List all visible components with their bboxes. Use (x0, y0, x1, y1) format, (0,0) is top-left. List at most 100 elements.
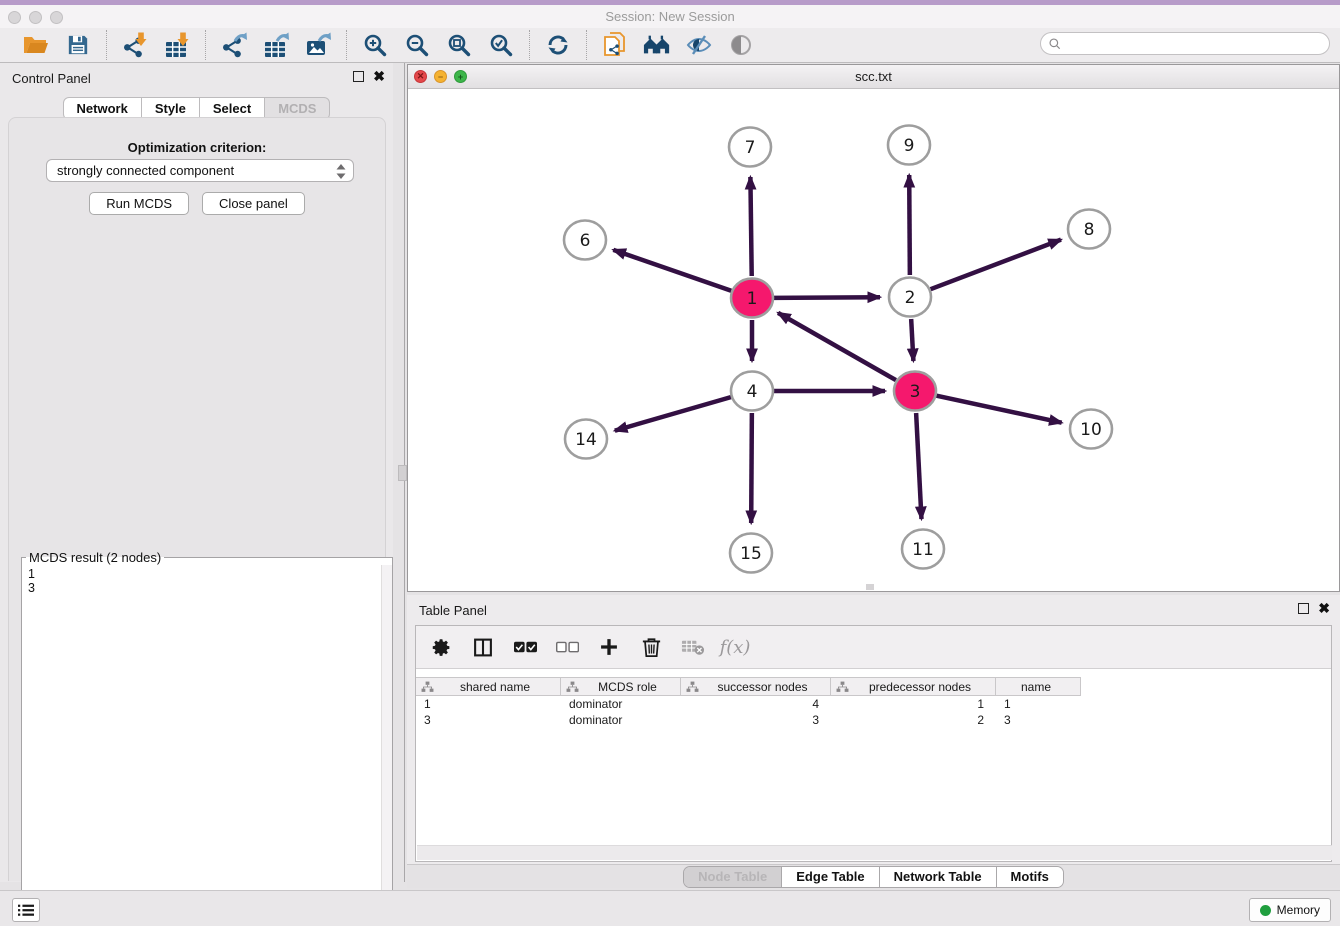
export-image-button[interactable] (304, 31, 332, 59)
dropdown-stepper-icon (335, 163, 347, 180)
close-panel-icon[interactable]: ✖ (373, 71, 385, 82)
delete-row-button[interactable] (638, 634, 664, 660)
node-label-2: 2 (905, 288, 916, 308)
graph-node-15[interactable]: 15 (730, 534, 772, 573)
node-label-3: 3 (910, 382, 921, 402)
column-header-shared-name[interactable]: shared name (416, 678, 561, 695)
splitter-grip[interactable] (398, 465, 407, 481)
tab-node-table[interactable]: Node Table (684, 867, 781, 887)
split-columns-button[interactable] (470, 634, 496, 660)
panel-splitter[interactable] (393, 63, 407, 882)
network-splitter-grip[interactable] (866, 584, 874, 590)
edge-1-6[interactable] (613, 250, 731, 291)
search-input[interactable] (1062, 37, 1329, 51)
column-header-successor-nodes[interactable]: successor nodes (681, 678, 831, 695)
node-table-container: f(x) shared nameMCDS rolesuccessor nodes… (415, 625, 1332, 862)
deselect-all-checkboxes-icon (556, 640, 579, 654)
settings-gear-icon (431, 637, 452, 658)
edge-1-7[interactable] (750, 177, 751, 276)
show-hide-eye-button[interactable] (685, 31, 713, 59)
open-folder-icon (23, 33, 49, 57)
network-from-file-icon (603, 32, 628, 59)
column-header-name[interactable]: name (996, 678, 1081, 695)
network-graph-canvas[interactable]: 7 9 6 8 1 2 4 3 14 10 15 11 (408, 89, 1339, 591)
edge-2-8[interactable] (931, 240, 1061, 290)
import-network-button[interactable] (121, 31, 149, 59)
memory-button[interactable]: Memory (1249, 898, 1331, 922)
criterion-dropdown[interactable]: strongly connected component (46, 159, 354, 182)
refresh-layout-button[interactable] (544, 31, 572, 59)
edge-4-14[interactable] (615, 397, 731, 431)
zoom-in-button[interactable] (361, 31, 389, 59)
graph-node-10[interactable]: 10 (1070, 410, 1112, 449)
task-history-button[interactable] (12, 898, 40, 922)
function-builder-icon: f(x) (720, 637, 751, 658)
edge-3-11[interactable] (916, 413, 921, 519)
delete-table-button (680, 634, 706, 660)
tab-edge-table[interactable]: Edge Table (781, 867, 878, 887)
edge-2-9[interactable] (909, 175, 910, 275)
table-row[interactable]: 3dominator323 (416, 713, 1331, 729)
column-hierarchy-icon (421, 681, 434, 693)
graph-node-1[interactable]: 1 (731, 279, 773, 318)
add-row-button[interactable] (596, 634, 622, 660)
run-mcds-button[interactable]: Run MCDS (89, 192, 189, 215)
import-table-button[interactable] (163, 31, 191, 59)
tab-network-table[interactable]: Network Table (879, 867, 996, 887)
column-header-predecessor-nodes[interactable]: predecessor nodes (831, 678, 996, 695)
edge-4-15[interactable] (751, 413, 752, 523)
export-network-button[interactable] (220, 31, 248, 59)
import-table-icon (164, 32, 191, 59)
graph-node-8[interactable]: 8 (1068, 210, 1110, 249)
control-panel: Control Panel ✖ NetworkStyleSelectMCDS O… (0, 63, 393, 882)
search-icon (1048, 37, 1062, 51)
save-session-button[interactable] (64, 31, 92, 59)
mcds-result-text[interactable]: 1 3 (22, 565, 392, 926)
memory-status-dot (1260, 905, 1271, 916)
graph-node-11[interactable]: 11 (902, 530, 944, 569)
edge-2-3[interactable] (911, 319, 913, 361)
cell-successor-nodes: 3 (681, 713, 831, 729)
edge-3-10[interactable] (937, 396, 1062, 423)
edge-3-1[interactable] (778, 313, 896, 380)
graph-node-3[interactable]: 3 (894, 372, 936, 411)
table-scroll-area[interactable] (417, 845, 1332, 860)
export-table-icon (263, 32, 290, 59)
table-row[interactable]: 1dominator411 (416, 697, 1331, 713)
tab-motifs[interactable]: Motifs (996, 867, 1063, 887)
result-scrollbar[interactable] (381, 565, 392, 926)
zoom-out-button[interactable] (403, 31, 431, 59)
node-label-10: 10 (1080, 420, 1102, 440)
function-builder-button: f(x) (722, 634, 748, 660)
eye-disabled-button[interactable] (727, 31, 755, 59)
network-from-file-button[interactable] (601, 31, 629, 59)
float-table-panel-icon[interactable] (1298, 603, 1309, 614)
close-table-panel-icon[interactable]: ✖ (1318, 603, 1330, 614)
deselect-all-checkboxes-button[interactable] (554, 634, 580, 660)
window-title: Session: New Session (0, 9, 1340, 24)
eye-disabled-icon (729, 33, 753, 57)
open-folder-button[interactable] (22, 31, 50, 59)
graph-node-14[interactable]: 14 (565, 420, 607, 459)
close-panel-button[interactable]: Close panel (202, 192, 305, 215)
column-header-MCDS-role[interactable]: MCDS role (561, 678, 681, 695)
select-all-checkboxes-button[interactable] (512, 634, 538, 660)
zoom-fit-button[interactable] (445, 31, 473, 59)
zoom-selected-button[interactable] (487, 31, 515, 59)
graph-node-4[interactable]: 4 (731, 372, 773, 411)
search-box[interactable] (1040, 32, 1330, 55)
home-layouts-button[interactable] (643, 31, 671, 59)
float-panel-icon[interactable] (353, 71, 364, 82)
graph-node-6[interactable]: 6 (564, 221, 606, 260)
add-row-icon (599, 637, 619, 657)
edge-1-2[interactable] (774, 297, 880, 298)
export-table-button[interactable] (262, 31, 290, 59)
mcds-result-title: MCDS result (2 nodes) (26, 550, 164, 565)
graph-node-2[interactable]: 2 (889, 278, 931, 317)
export-network-icon (221, 32, 248, 59)
settings-gear-button[interactable] (428, 634, 454, 660)
graph-node-9[interactable]: 9 (888, 126, 930, 165)
show-hide-eye-icon (686, 33, 712, 57)
graph-node-7[interactable]: 7 (729, 128, 771, 167)
network-window-titlebar[interactable]: ✕ − + scc.txt (408, 65, 1339, 89)
